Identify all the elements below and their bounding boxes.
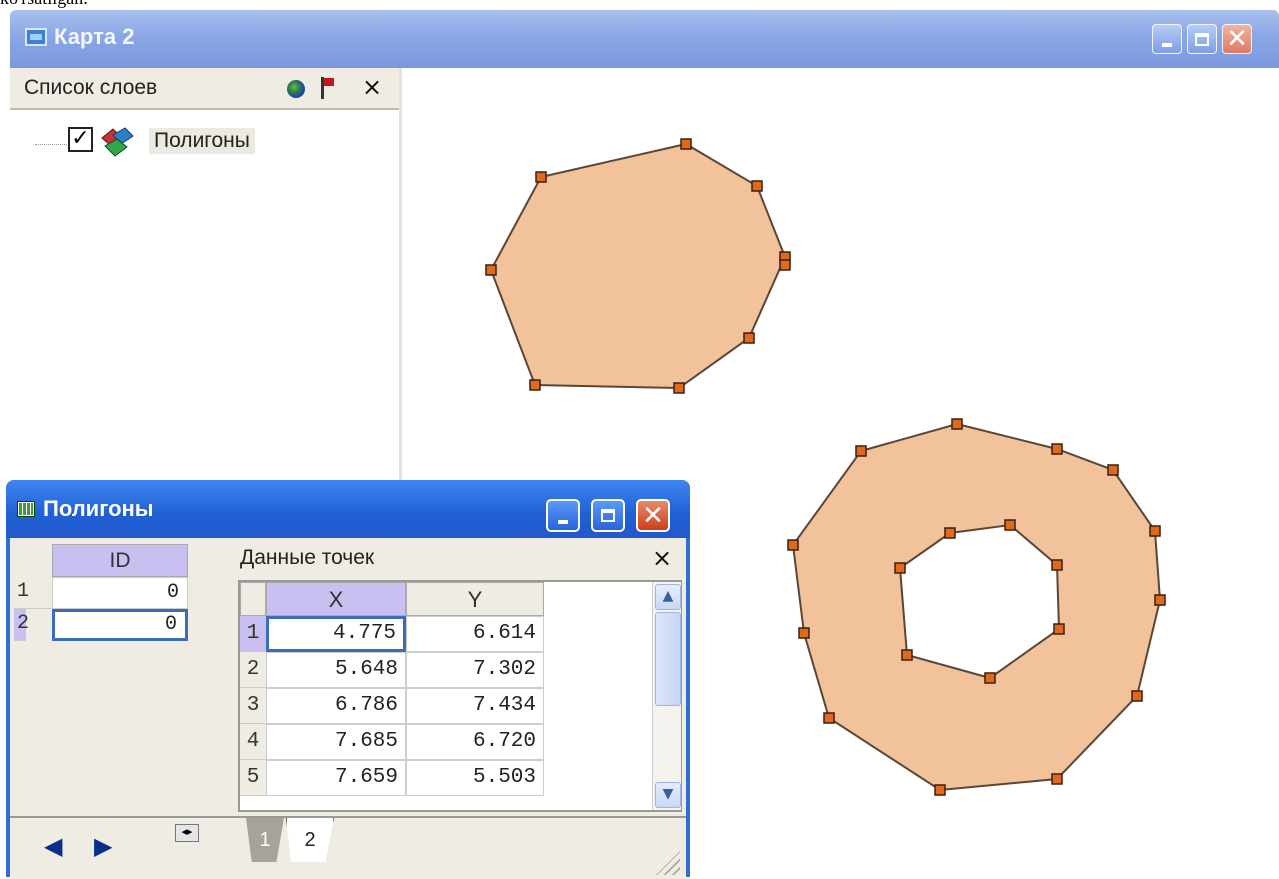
y-cell[interactable]: 6.720 bbox=[406, 724, 544, 760]
x-cell-selected[interactable]: 4.775 bbox=[266, 616, 406, 652]
table-minimize-button[interactable] bbox=[546, 499, 580, 532]
map-window-icon bbox=[25, 28, 47, 46]
maximize-icon bbox=[1195, 32, 1209, 46]
minimize-icon bbox=[1162, 43, 1172, 47]
x-cell[interactable]: 7.659 bbox=[266, 760, 406, 796]
table-window-title: Полигоны bbox=[43, 496, 154, 521]
layer-item-polygons[interactable]: Полигоны bbox=[149, 128, 255, 154]
table-window-titlebar[interactable]: Полигоны ✕ bbox=[6, 480, 690, 538]
grid-corner bbox=[240, 582, 266, 616]
close-button[interactable]: ✕ bbox=[1222, 24, 1252, 54]
row-number[interactable]: 2 bbox=[14, 609, 29, 641]
row-number[interactable]: 3 bbox=[240, 688, 266, 724]
scroll-thumb[interactable] bbox=[655, 612, 681, 706]
close-icon: ✕ bbox=[1226, 24, 1248, 54]
id-cell[interactable]: 0 bbox=[52, 577, 188, 609]
id-column-header[interactable]: ID bbox=[52, 544, 188, 577]
polygons-table-window: Полигоны ✕ ID 1 0 2 0 Данные точек × X Y… bbox=[6, 480, 690, 879]
point-data-close-icon[interactable]: × bbox=[652, 544, 672, 572]
table-close-button[interactable]: ✕ bbox=[636, 499, 670, 532]
close-icon: ✕ bbox=[642, 500, 664, 531]
minimize-icon bbox=[558, 519, 568, 524]
resize-grip-icon[interactable] bbox=[656, 851, 680, 875]
id-grid: ID 1 0 2 0 bbox=[14, 544, 210, 804]
maximize-button[interactable] bbox=[1187, 24, 1217, 54]
row-number[interactable]: 4 bbox=[240, 724, 266, 760]
x-cell[interactable]: 6.786 bbox=[266, 688, 406, 724]
layer-list-header: Список слоев × bbox=[10, 68, 399, 110]
flag-icon[interactable] bbox=[319, 77, 334, 99]
next-record-icon[interactable]: ▶ bbox=[94, 832, 112, 860]
table-body: ID 1 0 2 0 Данные точек × X Y 1 4.775 6.… bbox=[10, 538, 686, 879]
y-cell[interactable]: 5.503 bbox=[406, 760, 544, 796]
layer-visibility-checkbox[interactable]: ✓ bbox=[68, 127, 93, 152]
layer-panel-close-icon[interactable]: × bbox=[362, 73, 382, 101]
point-data-grid: X Y 1 4.775 6.614 2 5.648 7.302 3 6.786 … bbox=[238, 580, 682, 812]
y-cell[interactable]: 7.302 bbox=[406, 652, 544, 688]
layer-list-title: Список слоев bbox=[24, 76, 158, 99]
split-view-icon[interactable]: ◂▸ bbox=[175, 824, 199, 842]
row-number[interactable]: 2 bbox=[240, 652, 266, 688]
x-cell[interactable]: 5.648 bbox=[266, 652, 406, 688]
y-column-header[interactable]: Y bbox=[406, 582, 544, 616]
point-data-panel: Данные точек × X Y 1 4.775 6.614 2 5.648… bbox=[224, 542, 686, 812]
tab-1[interactable]: 1 bbox=[246, 818, 284, 862]
table-navigation-bar: ◀ ▶ ◂▸ 1 2 bbox=[10, 816, 686, 879]
globe-icon[interactable] bbox=[287, 80, 305, 98]
table-icon bbox=[17, 501, 35, 517]
y-cell[interactable]: 6.614 bbox=[406, 616, 544, 652]
x-column-header[interactable]: X bbox=[266, 582, 406, 616]
scroll-up-icon[interactable]: ▲ bbox=[655, 584, 681, 610]
polygon-ring bbox=[791, 422, 1162, 792]
id-cell-selected[interactable]: 0 bbox=[52, 609, 188, 641]
point-data-title: Данные точек bbox=[240, 546, 375, 569]
polygon-hexagon bbox=[489, 142, 787, 390]
vertical-scrollbar[interactable]: ▲ ▼ bbox=[652, 582, 681, 810]
map-window-titlebar[interactable]: Карта 2 ✕ bbox=[10, 10, 1279, 68]
prev-record-icon[interactable]: ◀ bbox=[44, 832, 62, 860]
tree-connector bbox=[35, 144, 69, 145]
row-number[interactable]: 1 bbox=[14, 577, 52, 609]
tab-2[interactable]: 2 bbox=[286, 818, 334, 862]
caption-text: ko'rsatilgan. bbox=[0, 0, 400, 10]
minimize-button[interactable] bbox=[1152, 24, 1182, 54]
y-cell[interactable]: 7.434 bbox=[406, 688, 544, 724]
maximize-icon bbox=[601, 509, 615, 522]
row-number[interactable]: 5 bbox=[240, 760, 266, 796]
polygon-layer-icon bbox=[101, 127, 134, 157]
row-number[interactable]: 1 bbox=[240, 616, 266, 652]
table-maximize-button[interactable] bbox=[591, 499, 625, 532]
map-window-title: Карта 2 bbox=[54, 24, 135, 49]
x-cell[interactable]: 7.685 bbox=[266, 724, 406, 760]
scroll-down-icon[interactable]: ▼ bbox=[655, 782, 681, 808]
